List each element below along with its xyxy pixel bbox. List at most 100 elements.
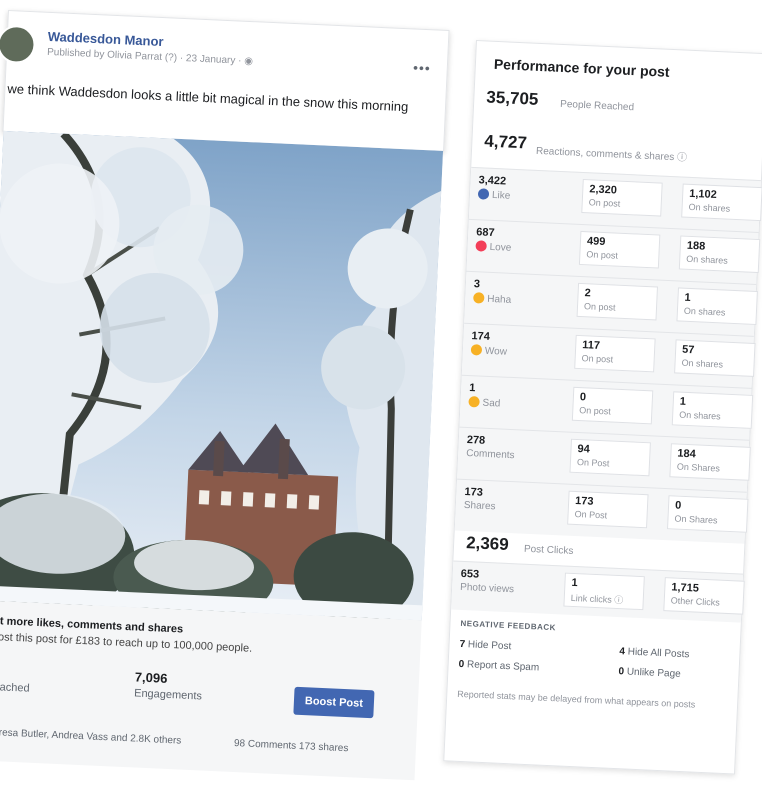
performance-title: Performance for your post (493, 55, 670, 80)
link-clicks-label-wrap: Link clicks ⓘ (571, 591, 624, 606)
photo-views-value: 653 (460, 567, 480, 581)
published-meta: Published by Olivia Parrat (?) · 23 Janu… (47, 47, 253, 67)
haha-on-shares-label: On shares (683, 305, 726, 318)
comments-shares-count[interactable]: 98 Comments 173 shares (234, 738, 349, 754)
hide-post-label: Hide Post (467, 639, 512, 653)
boost-post-button[interactable]: Boost Post (293, 686, 375, 719)
sad-on-post: 0 (579, 391, 587, 404)
like-label: Like (491, 189, 511, 202)
snow-scene-illustration (0, 130, 444, 621)
wow-label-wrap: Wow (470, 344, 508, 358)
photo-views-label: Photo views (459, 581, 515, 596)
post-clicks-label: Post Clicks (523, 543, 574, 557)
post-header: Waddesdon Manor Published by Olivia Parr… (0, 11, 449, 151)
boost-panel: Get more likes, comments and shares Boos… (0, 600, 422, 781)
page-avatar[interactable] (0, 24, 37, 65)
unlike-count: 0 (618, 666, 625, 678)
people-reached-total: 35,705 (485, 87, 539, 109)
like-on-shares-box: 1,102 On shares (681, 183, 762, 222)
love-on-shares-box: 188 On shares (678, 235, 761, 274)
shares-on-post: 173 (574, 494, 594, 508)
sad-on-shares-label: On shares (678, 409, 721, 422)
other-clicks-value: 1,715 (671, 581, 700, 595)
screenshot-stage: Waddesdon Manor Published by Olivia Parr… (0, 0, 762, 785)
like-label-wrap: Like (477, 188, 511, 202)
love-label-wrap: Love (475, 240, 512, 254)
other-clicks-box: 1,715 Other Clicks (663, 577, 745, 615)
comments-on-post-box: 94 On Post (569, 438, 651, 477)
love-on-post-box: 499 On post (578, 230, 661, 269)
post-caption: we think Waddesdon looks a little bit ma… (7, 81, 409, 115)
love-icon (475, 240, 487, 252)
sad-total: 1 (468, 382, 476, 395)
haha-on-post-label: On post (583, 301, 616, 313)
reactions-text[interactable]: Teresa Butler, Andrea Vass and 2.8K othe… (0, 727, 182, 747)
info-icon[interactable]: ⓘ (614, 595, 623, 605)
reactions-total: 4,727 (483, 131, 528, 153)
haha-on-shares: 1 (684, 291, 691, 304)
hide-post-stat: 7 Hide Post (459, 639, 511, 652)
haha-total: 3 (473, 278, 481, 291)
wow-on-shares-box: 57 On shares (674, 339, 756, 377)
reactions-breakdown-grid: 3,422 Like 2,320 On post 1,102 On shares 6… (454, 166, 762, 544)
sad-on-post-box: 0 On post (571, 386, 654, 425)
sad-on-shares: 1 (679, 395, 687, 408)
sad-on-shares-box: 1 On shares (671, 391, 754, 429)
hide-all-label: Hide All Posts (627, 646, 690, 661)
shares-label: Shares (463, 499, 496, 513)
sad-label: Sad (482, 397, 501, 410)
link-clicks-value: 1 (571, 576, 578, 590)
shares-on-shares: 0 (674, 499, 682, 512)
sad-icon (468, 396, 480, 408)
post-photo-snowy-manor[interactable] (0, 130, 444, 621)
link-clicks-box: 1 Link clicks ⓘ (563, 572, 645, 611)
reactions-total-label-text: Reactions, comments & shares (535, 145, 675, 164)
post-clicks-total: 2,369 (465, 533, 510, 554)
love-on-shares-label: On shares (686, 253, 729, 266)
haha-icon (473, 292, 485, 304)
wow-label: Wow (484, 345, 508, 358)
people-reached-total-label: People Reached (559, 98, 635, 114)
haha-label-wrap: Haha (473, 292, 511, 306)
page-name-link[interactable]: Waddesdon Manor (48, 29, 164, 49)
comments-on-shares-label: On Shares (676, 461, 721, 474)
comments-on-post: 94 (577, 443, 591, 456)
published-by-text: Published by Olivia Parrat (?) · 23 Janu… (46, 46, 245, 67)
wow-on-post-label: On post (581, 353, 614, 365)
haha-on-post-box: 2 On post (576, 282, 659, 321)
other-clicks-label: Other Clicks (670, 595, 720, 608)
haha-on-post: 2 (584, 287, 592, 300)
performance-card: Performance for your post 35,705 People … (443, 40, 762, 775)
comments-on-shares: 184 (677, 447, 697, 461)
like-on-post: 2,320 (589, 183, 618, 197)
comments-on-shares-box: 184 On Shares (669, 443, 751, 481)
love-on-shares: 188 (686, 239, 706, 253)
people-reached-label: le reached (0, 680, 30, 695)
like-on-post-label: On post (588, 197, 621, 209)
more-options-icon[interactable]: ••• (413, 59, 431, 76)
link-clicks-label: Link clicks (570, 592, 612, 605)
like-on-shares: 1,102 (688, 187, 718, 202)
like-total: 3,422 (478, 174, 507, 188)
info-icon[interactable]: ⓘ (677, 152, 687, 163)
haha-on-shares-box: 1 On shares (676, 287, 758, 326)
hide-all-count: 4 (619, 646, 626, 658)
wow-on-post-box: 117 On post (574, 334, 656, 373)
hide-post-count: 7 (459, 638, 466, 651)
spam-count: 0 (458, 658, 465, 671)
hide-all-stat: 4 Hide All Posts (619, 646, 689, 660)
post-card: Waddesdon Manor Published by Olivia Parr… (0, 10, 450, 781)
wow-total: 174 (471, 330, 491, 343)
globe-icon: ◉ (243, 55, 254, 68)
sad-on-post-label: On post (579, 405, 612, 417)
love-label: Love (489, 241, 512, 254)
shares-on-post-label: On Post (574, 508, 608, 521)
facebook-post: Waddesdon Manor Published by Olivia Parr… (0, 10, 470, 781)
comments-on-post-label: On Post (576, 457, 610, 469)
negative-feedback-header: NEGATIVE FEEDBACK (460, 618, 557, 633)
stats-footnote: Reported stats may be delayed from what … (457, 688, 696, 710)
unlike-stat: 0 Unlike Page (618, 666, 681, 680)
spam-stat: 0 Report as Spam (458, 659, 539, 674)
clicks-breakdown: 653 Photo views 1 Link clicks ⓘ 1,715 Othe… (451, 560, 745, 623)
like-on-shares-label: On shares (688, 201, 731, 214)
